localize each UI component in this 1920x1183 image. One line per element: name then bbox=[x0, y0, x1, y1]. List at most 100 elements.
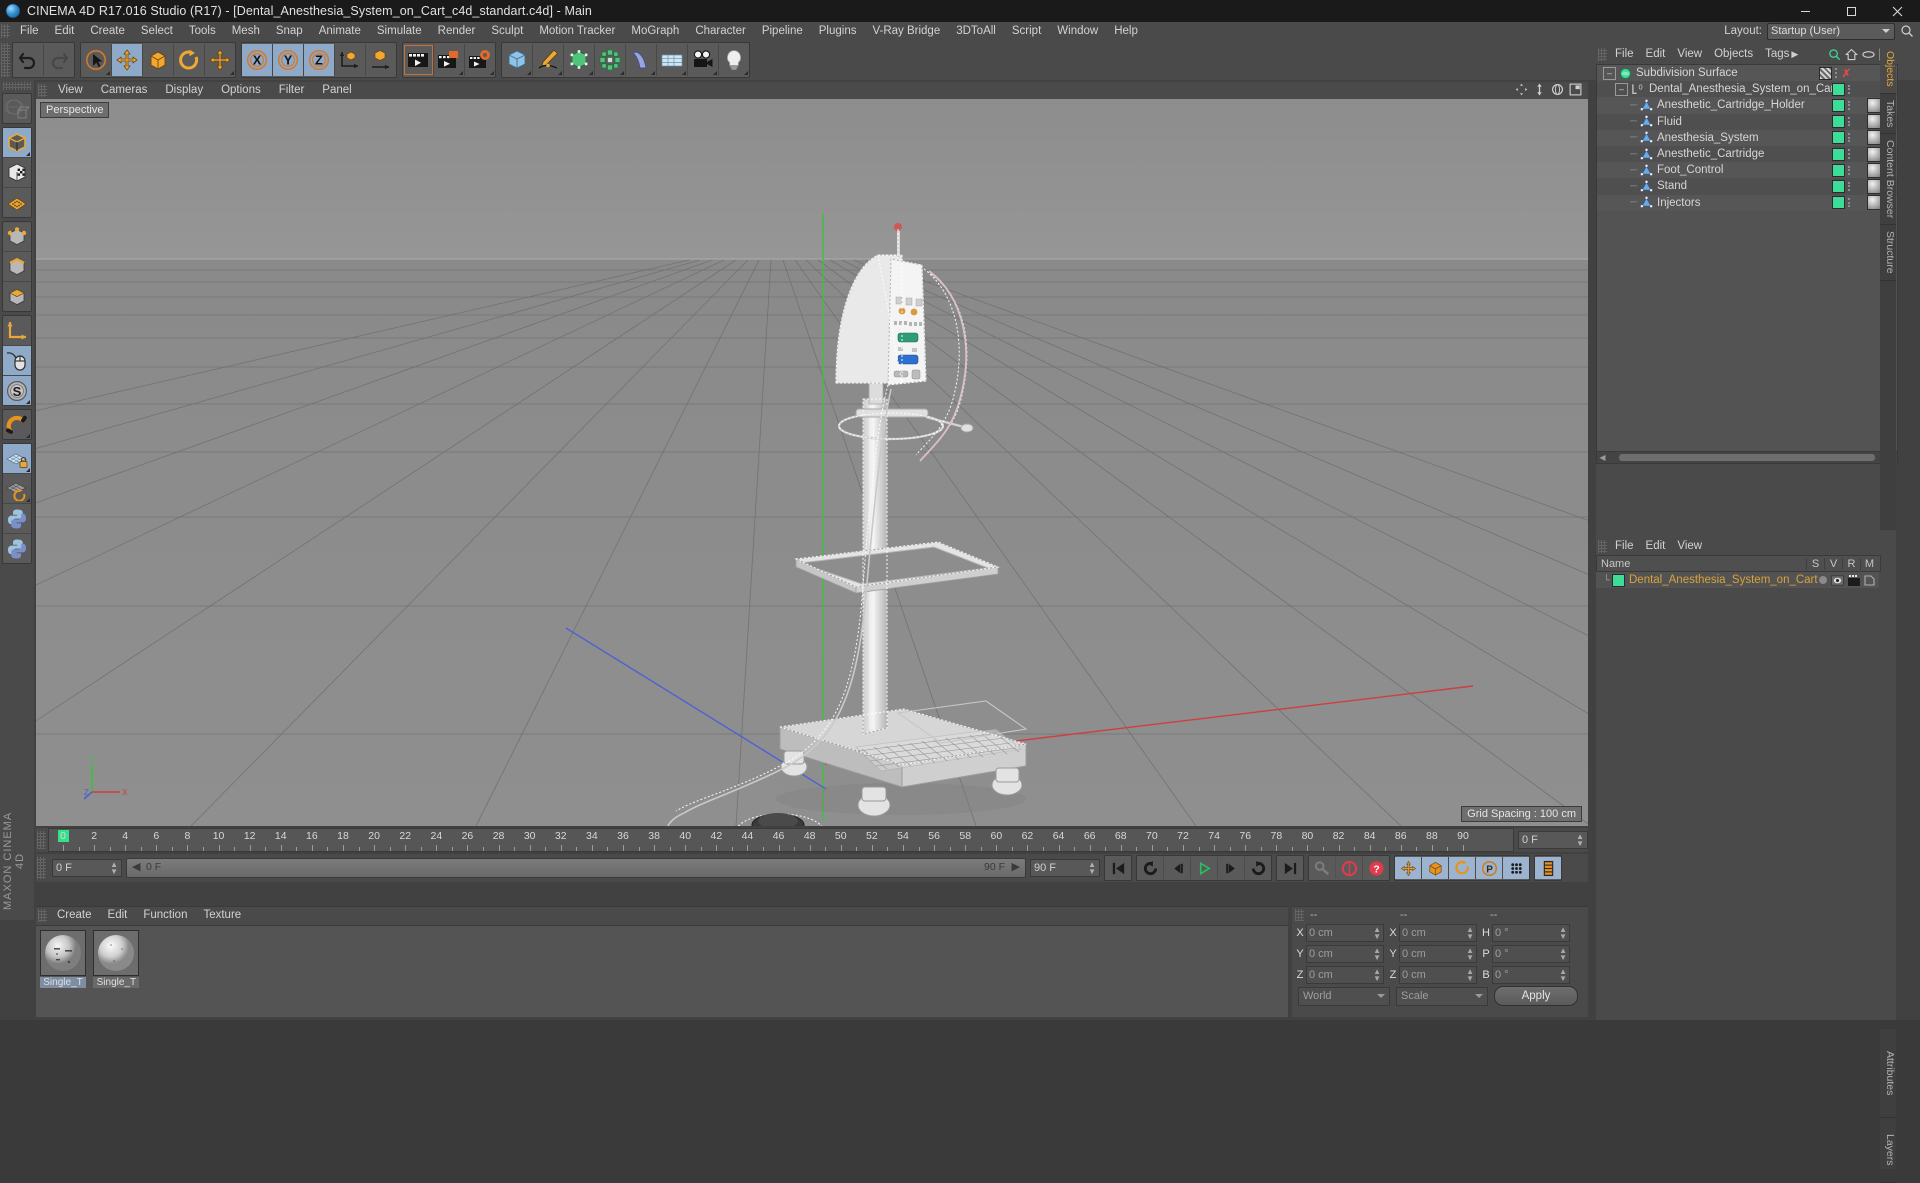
phong-tag-icon[interactable] bbox=[1818, 66, 1832, 80]
rotation-h-field[interactable]: 0 ° ▲ ▼ bbox=[1492, 923, 1570, 942]
tab-structure[interactable]: Structure bbox=[1880, 225, 1896, 281]
object-menu-edit[interactable]: Edit bbox=[1640, 45, 1672, 63]
spinner-icon[interactable]: ▲ ▼ bbox=[1559, 946, 1567, 961]
axis-modify-icon[interactable] bbox=[3, 316, 31, 346]
preview-range-bar[interactable]: ◀ 0 F 90 F ▶ bbox=[126, 858, 1026, 878]
object-tree-row[interactable]: ‒ Subdivision Surface ✗ bbox=[1597, 65, 1897, 82]
spinner-icon[interactable]: ▲ ▼ bbox=[1559, 967, 1567, 982]
display-tag-icon[interactable] bbox=[1832, 163, 1845, 177]
size-z-field[interactable]: 0 cm ▲ ▼ bbox=[1399, 965, 1477, 984]
timeline-end-field[interactable]: 90 F ▲ ▼ bbox=[1030, 859, 1100, 877]
menu-snap[interactable]: Snap bbox=[268, 22, 311, 40]
layer-row[interactable]: └ Dental_Anesthesia_System_on_Cart bbox=[1596, 572, 1879, 588]
tree-collapse-toggle[interactable]: ‒ bbox=[1603, 66, 1616, 80]
layer-menu-file[interactable]: File bbox=[1609, 537, 1640, 555]
play-icon[interactable] bbox=[1191, 857, 1218, 879]
timeline-start-field[interactable]: 0 F ▲ ▼ bbox=[52, 859, 122, 877]
material-menu-create[interactable]: Create bbox=[49, 907, 100, 924]
layer-render-icon[interactable] bbox=[1848, 574, 1860, 586]
viewport-menu-grip[interactable] bbox=[38, 84, 47, 97]
layer-visible-icon[interactable] bbox=[1831, 574, 1844, 586]
position-y-field[interactable]: 0 cm ▲ ▼ bbox=[1306, 944, 1384, 963]
material-menu-grip[interactable] bbox=[38, 909, 47, 922]
python-generator-icon[interactable] bbox=[3, 534, 31, 563]
object-tree-row[interactable]: ─ Anesthetic_Cartridge_Holder bbox=[1597, 97, 1897, 114]
scroll-left-icon[interactable]: ◀ bbox=[1597, 453, 1608, 462]
menu-pipeline[interactable]: Pipeline bbox=[754, 22, 811, 40]
layer-menu-view[interactable]: View bbox=[1671, 537, 1708, 555]
viewport-menu-panel[interactable]: Panel bbox=[313, 82, 360, 99]
camera-icon[interactable] bbox=[688, 44, 719, 76]
object-tree-row[interactable]: ─ Foot_Control bbox=[1597, 162, 1897, 179]
workplane-rotate-icon[interactable] bbox=[3, 474, 31, 504]
cube-primitive-icon[interactable] bbox=[502, 44, 533, 76]
points-mode-icon[interactable] bbox=[3, 222, 31, 252]
ellipse-icon[interactable] bbox=[1862, 48, 1875, 61]
timeline-grip[interactable] bbox=[37, 831, 46, 849]
viewport-menu-view[interactable]: View bbox=[49, 82, 92, 99]
menu-3dtoall[interactable]: 3DToAll bbox=[948, 22, 1004, 40]
layer-manager-grip[interactable] bbox=[1598, 539, 1607, 553]
texture-mode-icon[interactable] bbox=[3, 158, 31, 188]
next-frame-icon[interactable] bbox=[1218, 857, 1245, 879]
tab-content-browser[interactable]: Content Browser bbox=[1880, 134, 1896, 226]
viewport-solo-mouse-icon[interactable] bbox=[3, 346, 31, 376]
spinner-icon[interactable]: ▲ ▼ bbox=[1088, 861, 1096, 876]
coordinate-mode-select[interactable]: Scale bbox=[1396, 986, 1488, 1006]
tree-collapse-toggle[interactable]: ‒ bbox=[1615, 82, 1628, 96]
keyframe-selection-icon[interactable]: ? bbox=[1363, 857, 1389, 879]
polygon-grid-icon[interactable] bbox=[3, 188, 31, 217]
play-backwards-reverse-icon[interactable] bbox=[1137, 857, 1164, 879]
size-y-field[interactable]: 0 cm ▲ ▼ bbox=[1399, 944, 1477, 963]
object-tree-hscrollbar[interactable]: ◀ ▶ bbox=[1596, 451, 1898, 464]
menubar-grip[interactable] bbox=[1, 24, 10, 38]
render-region-icon[interactable] bbox=[434, 44, 465, 76]
edges-mode-icon[interactable] bbox=[3, 252, 31, 282]
polygons-mode-icon[interactable] bbox=[3, 282, 31, 311]
spinner-icon[interactable]: ▲ ▼ bbox=[1466, 967, 1474, 982]
magnet-icon[interactable] bbox=[3, 410, 31, 439]
viewport-3d[interactable]: Perspective Grid Spacing : 100 cm Y X Z bbox=[36, 99, 1588, 826]
spinner-icon[interactable]: ▲ ▼ bbox=[110, 861, 118, 876]
position-z-field[interactable]: 0 cm ▲ ▼ bbox=[1306, 965, 1384, 984]
display-tag-icon[interactable] bbox=[1832, 147, 1845, 161]
viewport-menu-filter[interactable]: Filter bbox=[270, 82, 314, 99]
object-tree-row[interactable]: ─ Fluid bbox=[1597, 113, 1897, 130]
axis-y-icon[interactable]: Y bbox=[273, 44, 304, 76]
go-to-start-icon[interactable] bbox=[1105, 857, 1131, 879]
scroll-thumb[interactable] bbox=[1619, 454, 1875, 461]
position-key-icon[interactable] bbox=[1395, 857, 1422, 879]
material-item[interactable]: Single_T bbox=[40, 930, 86, 988]
timeline-ruler[interactable]: 0 2 4 6 8 10 12 14 16 18 20 22 24 26 28 30 32 34 36 38 40 42 4… bbox=[48, 828, 1514, 852]
spinner-icon[interactable]: ▲ ▼ bbox=[1373, 925, 1381, 940]
menu-tools[interactable]: Tools bbox=[181, 22, 224, 40]
menu-character[interactable]: Character bbox=[687, 22, 754, 40]
toolbar-grip[interactable] bbox=[1, 43, 10, 77]
menu-motion-tracker[interactable]: Motion Tracker bbox=[531, 22, 623, 40]
redo-icon[interactable] bbox=[44, 44, 74, 76]
menu-script[interactable]: Script bbox=[1004, 22, 1049, 40]
menu-simulate[interactable]: Simulate bbox=[369, 22, 430, 40]
python-script-icon[interactable] bbox=[3, 504, 31, 534]
home-icon[interactable] bbox=[1845, 48, 1858, 61]
spline-pen-icon[interactable] bbox=[533, 44, 564, 76]
tab-attributes[interactable]: Attributes bbox=[1880, 1029, 1896, 1118]
object-menu-tags[interactable]: Tags bbox=[1759, 45, 1791, 63]
make-editable-icon[interactable] bbox=[3, 94, 31, 123]
spinner-icon[interactable]: ▲ ▼ bbox=[1466, 946, 1474, 961]
object-tree-row[interactable]: ─ Stand bbox=[1597, 178, 1897, 195]
left-toolbar-grip[interactable] bbox=[3, 82, 31, 90]
object-tree-row[interactable]: ─ Anesthetic_Cartridge bbox=[1597, 145, 1897, 163]
object-menu-view[interactable]: View bbox=[1671, 45, 1708, 63]
viewport-menu-display[interactable]: Display bbox=[156, 82, 212, 99]
coordinate-space-select[interactable]: World bbox=[1298, 986, 1390, 1006]
render-view-icon[interactable] bbox=[403, 44, 434, 76]
menu-sculpt[interactable]: Sculpt bbox=[483, 22, 531, 40]
menu-render[interactable]: Render bbox=[430, 22, 484, 40]
display-tag-icon[interactable] bbox=[1832, 131, 1845, 145]
material-menu-texture[interactable]: Texture bbox=[195, 907, 249, 924]
coordinates-grip[interactable] bbox=[1295, 909, 1304, 921]
search-icon[interactable] bbox=[1900, 24, 1914, 38]
orbit-icon[interactable] bbox=[1551, 83, 1564, 96]
model-mode-icon[interactable] bbox=[3, 128, 31, 158]
